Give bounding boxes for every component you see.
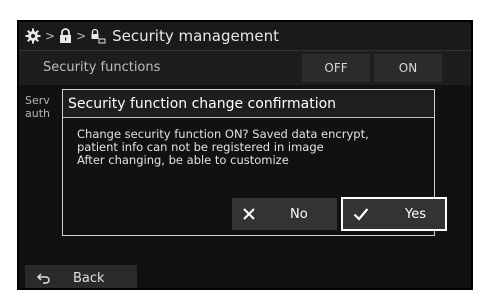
no-button[interactable]: No xyxy=(232,198,337,230)
back-label: Back xyxy=(73,270,105,286)
lock-icon xyxy=(59,28,72,44)
off-option-button[interactable]: OFF xyxy=(302,54,370,82)
back-arrow-icon xyxy=(37,272,51,284)
no-label: No xyxy=(290,206,308,222)
close-icon xyxy=(242,207,256,221)
device-screen: > > Security management Security functio… xyxy=(17,20,473,290)
on-option-button[interactable]: ON xyxy=(374,54,442,82)
security-functions-label: Security functions xyxy=(43,60,161,75)
breadcrumb: > > Security management xyxy=(19,22,471,51)
gear-icon xyxy=(25,28,41,44)
yes-button[interactable]: Yes xyxy=(341,197,447,231)
dialog-message: Change security function ON? Saved data … xyxy=(77,128,422,167)
check-icon xyxy=(353,207,369,221)
back-button[interactable]: Back xyxy=(25,265,137,288)
dialog-message-line: After changing, be able to customize xyxy=(77,153,289,167)
dialog-title: Security function change confirmation xyxy=(63,90,434,118)
confirmation-dialog: Security function change confirmation Ch… xyxy=(62,89,447,236)
security-functions-row: Security functions OFF ON xyxy=(19,51,471,85)
footer-bar: Back xyxy=(19,262,471,288)
yes-label: Yes xyxy=(405,206,426,222)
lock-card-icon xyxy=(90,28,106,44)
breadcrumb-separator: > xyxy=(45,29,56,43)
breadcrumb-separator: > xyxy=(76,29,87,43)
page-title: Security management xyxy=(112,27,279,45)
